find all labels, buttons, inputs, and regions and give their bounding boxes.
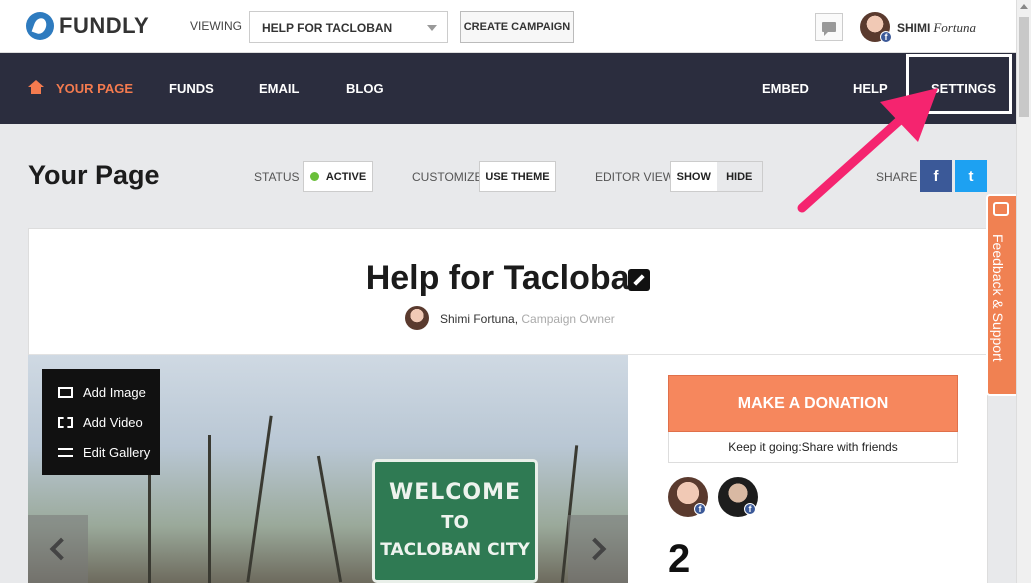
scroll-thumb[interactable] bbox=[1019, 17, 1029, 117]
facebook-badge-icon: f bbox=[744, 503, 756, 515]
share-with-friends-link[interactable]: Share with friends bbox=[802, 440, 898, 454]
fundly-logo-icon bbox=[26, 12, 54, 40]
edit-gallery-button[interactable]: Edit Gallery bbox=[58, 445, 150, 460]
top-bar: FUNDLY VIEWING HELP FOR TACLOBAN CREATE … bbox=[0, 0, 1031, 53]
feedback-support-tab[interactable]: Feedback & Support bbox=[986, 194, 1016, 396]
megaphone-icon bbox=[993, 202, 1009, 216]
page-scrollbar[interactable] bbox=[1016, 0, 1031, 583]
add-image-label: Add Image bbox=[83, 385, 146, 400]
status-button[interactable]: ACTIVE bbox=[303, 161, 373, 192]
use-theme-button[interactable]: USE THEME bbox=[479, 161, 556, 192]
tree-shape bbox=[316, 455, 343, 583]
donor-count: 2 bbox=[668, 537, 691, 581]
make-donation-button[interactable]: MAKE A DONATION bbox=[668, 375, 958, 432]
editor-view-label: EDITOR VIEW bbox=[595, 170, 675, 184]
editor-view-toggle: SHOW HIDE bbox=[670, 161, 763, 192]
swap-arrows-icon bbox=[58, 448, 73, 457]
gallery-menu: Add Image Add Video Edit Gallery bbox=[42, 369, 160, 475]
welcome-sign: WELCOME TO TACLOBAN CITY bbox=[372, 459, 538, 583]
status-label: STATUS bbox=[254, 170, 300, 184]
twitter-icon: t bbox=[968, 167, 974, 185]
home-icon bbox=[28, 80, 44, 94]
user-avatar[interactable]: f bbox=[860, 12, 892, 43]
edit-pencil-icon[interactable] bbox=[628, 269, 650, 291]
sign-line-3: TACLOBAN CITY bbox=[380, 540, 530, 560]
status-dot-icon bbox=[309, 172, 319, 181]
owner-name: Shimi Fortuna, bbox=[440, 312, 519, 326]
edit-gallery-label: Edit Gallery bbox=[83, 445, 151, 460]
owner-avatar bbox=[405, 306, 429, 330]
facebook-badge-icon: f bbox=[694, 503, 706, 515]
donor-avatar[interactable]: f bbox=[668, 477, 708, 517]
donor-avatar[interactable]: f bbox=[718, 477, 758, 517]
facebook-badge-icon: f bbox=[880, 31, 892, 43]
chat-bubble-icon bbox=[822, 22, 836, 36]
campaign-select-value: HELP FOR TACLOBAN bbox=[262, 21, 393, 35]
status-value: ACTIVE bbox=[325, 170, 367, 183]
viewing-label: VIEWING bbox=[190, 19, 243, 33]
chevron-right-icon bbox=[583, 537, 607, 561]
editor-view-show-button[interactable]: SHOW bbox=[671, 162, 717, 191]
owner-role: Campaign Owner bbox=[521, 312, 615, 326]
sign-line-1: WELCOME bbox=[388, 480, 522, 505]
keep-going-prefix: Keep it going: bbox=[728, 440, 802, 454]
add-video-button[interactable]: Add Video bbox=[58, 415, 143, 430]
film-icon bbox=[58, 417, 73, 428]
keep-going-bar: Keep it going: Share with friends bbox=[668, 432, 958, 463]
nav-email[interactable]: EMAIL bbox=[259, 81, 299, 96]
tree-shape bbox=[208, 435, 211, 583]
tree-shape bbox=[148, 475, 151, 583]
chevron-down-icon bbox=[427, 25, 437, 31]
user-first-name: SHIMI bbox=[897, 21, 931, 35]
gallery-next-button[interactable] bbox=[568, 515, 628, 583]
twitter-share-button[interactable]: t bbox=[955, 160, 987, 192]
gallery-prev-button[interactable] bbox=[28, 515, 88, 583]
nav-funds[interactable]: FUNDS bbox=[169, 81, 214, 96]
editor-view-hide-button[interactable]: HIDE bbox=[716, 162, 762, 191]
page-title: Your Page bbox=[28, 160, 160, 190]
customize-label: CUSTOMIZE bbox=[412, 170, 483, 184]
tree-shape bbox=[246, 415, 273, 583]
add-video-label: Add Video bbox=[83, 415, 143, 430]
image-icon bbox=[58, 387, 73, 398]
logo-text: FUNDLY bbox=[59, 13, 150, 38]
user-name[interactable]: SHIMI Fortuna bbox=[897, 20, 976, 36]
chevron-left-icon bbox=[49, 537, 73, 561]
sign-line-2: TO bbox=[441, 512, 469, 533]
campaign-select[interactable]: HELP FOR TACLOBAN bbox=[249, 11, 448, 43]
messages-button[interactable] bbox=[815, 13, 843, 41]
nav-blog[interactable]: BLOG bbox=[346, 81, 384, 96]
annotation-arrow-icon bbox=[797, 88, 938, 213]
fundly-logo[interactable]: FUNDLY bbox=[26, 12, 149, 40]
user-last-name: Fortuna bbox=[933, 20, 976, 35]
scroll-up-arrow-icon[interactable] bbox=[1020, 4, 1028, 9]
campaign-title: Help for Tacloban bbox=[365, 259, 651, 297]
add-image-button[interactable]: Add Image bbox=[58, 385, 146, 400]
nav-your-page[interactable]: YOUR PAGE bbox=[56, 81, 133, 96]
create-campaign-button[interactable]: CREATE CAMPAIGN bbox=[460, 11, 574, 43]
feedback-label: Feedback & Support bbox=[990, 234, 1006, 362]
owner-line: Shimi Fortuna, Campaign Owner bbox=[440, 312, 615, 326]
